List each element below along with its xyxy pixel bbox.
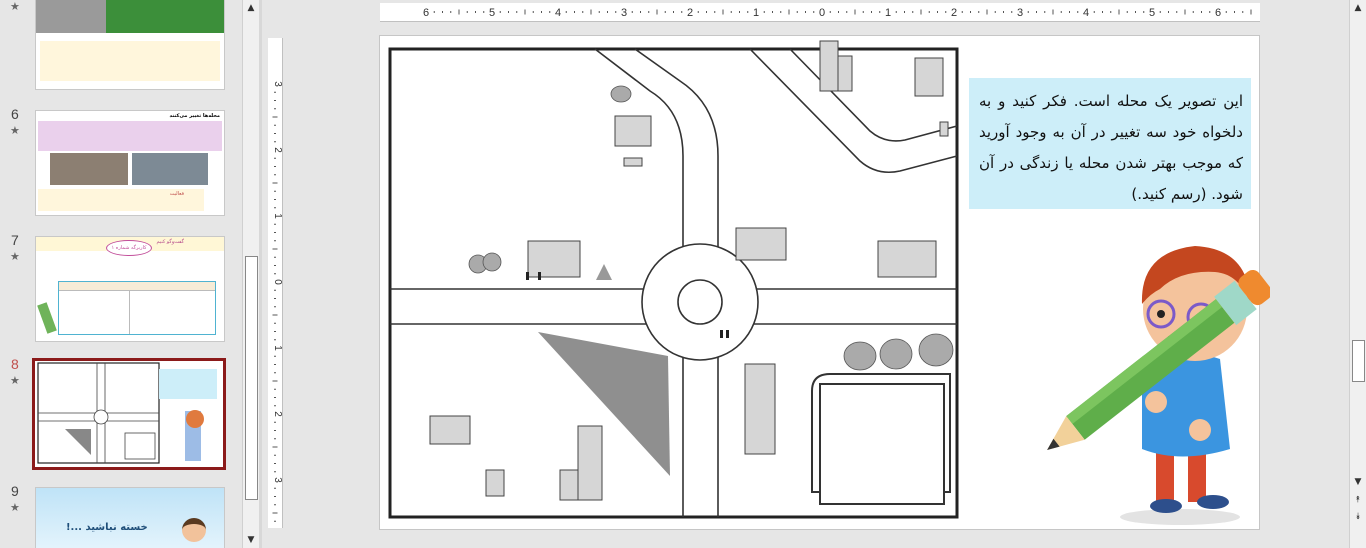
scroll-up-arrow-icon[interactable]: ▲	[1350, 0, 1366, 16]
thumbnail-image[interactable]: خسته نباشید ...!	[35, 487, 225, 548]
thumbnail-photo-1	[50, 153, 128, 185]
ruler-label: 1	[272, 213, 282, 219]
ruler-label: 3	[1017, 7, 1023, 19]
previous-slide-icon[interactable]: ⯭	[1350, 492, 1366, 508]
thumbnail-activity-label: فعالیت	[169, 191, 184, 197]
thumbnail-scrollbar[interactable]: ▲ ▼	[242, 0, 259, 548]
ruler-label: 5	[489, 7, 495, 19]
thumbnail-pencil-character	[37, 302, 57, 334]
ruler-label: 3	[621, 7, 627, 19]
thumbnail-table	[58, 281, 216, 335]
thumbnail-photo	[36, 0, 106, 33]
ruler-label: 6	[423, 7, 429, 19]
thumbnail-badge: کاربرگه شماره ۱	[106, 240, 152, 256]
ruler-label: 1	[885, 7, 891, 19]
thumbnail-text: خسته نباشید ...!	[66, 522, 148, 533]
ruler-label: 2	[272, 147, 282, 153]
instruction-textbox[interactable]: این تصویر یک محله است. فکر کنید و به دلخ…	[969, 78, 1251, 209]
ruler-label: 1	[272, 345, 282, 351]
scroll-down-arrow-icon[interactable]: ▼	[243, 532, 259, 548]
boy-with-pencil-illustration[interactable]	[1030, 234, 1270, 534]
slide-scrollbar[interactable]: ▲ ▼ ⯭ ⯯	[1349, 0, 1366, 548]
scroll-down-arrow-icon[interactable]: ▼	[1350, 474, 1366, 490]
slide-number: 8	[11, 356, 19, 372]
ruler-label: 4	[555, 7, 561, 19]
thumbnail-image[interactable]: گفت‌وگو کنیم کاربرگه شماره ۱	[35, 236, 225, 342]
next-slide-icon[interactable]: ⯯	[1350, 509, 1366, 525]
ruler-label: 4	[1083, 7, 1089, 19]
thumbnail-photo-2	[132, 153, 208, 185]
slide-number: 9	[11, 483, 19, 499]
thumbnail-green-banner	[106, 0, 224, 33]
ruler-label: 2	[951, 7, 957, 19]
thumbnail-pink-box	[38, 121, 222, 151]
ruler-label: 0	[819, 7, 825, 19]
pane-divider[interactable]	[259, 0, 262, 548]
thumbnail-header: گفت‌وگو کنیم	[156, 239, 184, 245]
ruler-label: 0	[272, 279, 282, 285]
scrollbar-thumb[interactable]	[1352, 340, 1365, 382]
thumbnail-title: محله‌ها تغییر می‌کنند	[169, 113, 220, 119]
animation-star-icon: ★	[10, 0, 20, 13]
animation-star-icon: ★	[10, 374, 20, 387]
slide-canvas[interactable]: این تصویر یک محله است. فکر کنید و به دلخ…	[379, 35, 1270, 530]
animation-star-icon: ★	[10, 250, 20, 263]
slide-thumbnail-pane: ★ 6 ★ محله‌ها تغییر می‌کنند فعالیت 7 ★ گ…	[0, 0, 242, 548]
ruler-label: 3	[272, 81, 282, 87]
ruler-label: 2	[272, 411, 282, 417]
animation-star-icon: ★	[10, 501, 20, 514]
thumbnail-activity-box	[40, 41, 220, 81]
slide-number: 6	[11, 106, 19, 122]
thumbnail-image[interactable]	[35, 0, 225, 90]
ruler-ticks: 6 5 4 3 2 1 0 1 2 3 4 5 6	[423, 7, 1252, 19]
scrollbar-thumb[interactable]	[245, 256, 258, 500]
thumbnail-image[interactable]	[32, 358, 226, 470]
animation-star-icon: ★	[10, 124, 20, 137]
ruler-label: 5	[1149, 7, 1155, 19]
vertical-ruler: 3 2 1 0 1 2 3	[268, 38, 283, 528]
ruler-label: 1	[753, 7, 759, 19]
thumbnail-map-preview	[37, 362, 217, 464]
thumbnail-image[interactable]: محله‌ها تغییر می‌کنند فعالیت	[35, 110, 225, 216]
scroll-up-arrow-icon[interactable]: ▲	[243, 0, 259, 16]
neighborhood-map-drawing[interactable]	[380, 36, 960, 521]
horizontal-ruler: 6 5 4 3 2 1 0 1 2 3 4 5 6	[380, 3, 1260, 22]
thumbnail-character	[182, 518, 206, 542]
ruler-label: 2	[687, 7, 693, 19]
slide-number: 7	[11, 232, 19, 248]
ruler-label: 3	[272, 477, 282, 483]
ruler-ticks: 3 2 1 0 1 2 3	[272, 81, 283, 522]
ruler-label: 6	[1215, 7, 1221, 19]
